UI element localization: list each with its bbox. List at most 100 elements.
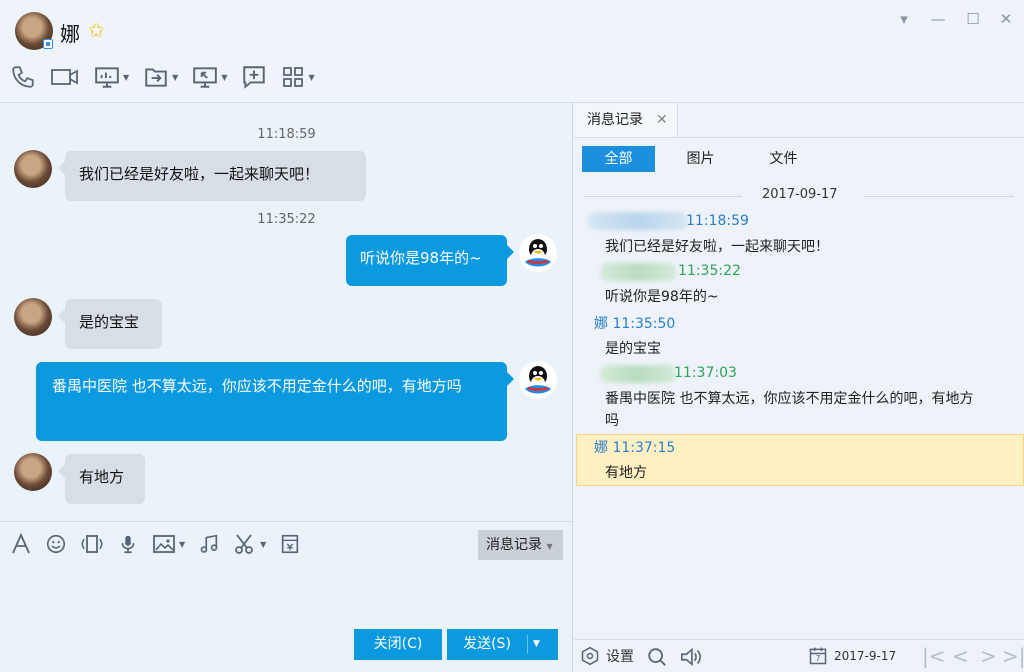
send-button[interactable]: 发送(S) ▼ bbox=[447, 629, 558, 660]
blurred-sender bbox=[600, 263, 676, 281]
date-label: 2017-09-17 bbox=[762, 187, 838, 202]
speaker-button[interactable] bbox=[678, 646, 704, 668]
message-history-button[interactable]: 消息记录 ▼ bbox=[478, 530, 563, 560]
shake-icon[interactable] bbox=[80, 532, 104, 556]
input-toolbar: ▼ ▼ bbox=[10, 532, 301, 556]
apps-grid-icon bbox=[283, 67, 304, 87]
tab-message-history[interactable]: 消息记录 ✕ bbox=[574, 103, 678, 137]
filter-all[interactable]: 全部 bbox=[582, 146, 655, 172]
contact-avatar[interactable] bbox=[14, 298, 52, 336]
contact-avatar[interactable] bbox=[14, 453, 52, 491]
chat-message-area[interactable]: 11:18:59 我们已经是好友啦，一起来聊天吧！ 11:35:22 听说你是9… bbox=[0, 103, 573, 521]
record-time: 11:37:03 bbox=[674, 365, 737, 381]
incoming-message-bubble[interactable]: 是的宝宝 bbox=[58, 299, 162, 349]
chevron-down-icon[interactable]: ▼ bbox=[260, 540, 266, 549]
scissors-icon bbox=[235, 534, 254, 554]
filter-images[interactable]: 图片 bbox=[664, 146, 737, 172]
record-sender: 娜 bbox=[594, 440, 608, 456]
music-icon[interactable] bbox=[198, 532, 220, 556]
date-picker[interactable]: 7 2017-9-17 bbox=[808, 646, 896, 666]
message-history-panel: 消息记录 ✕ 全部 图片 文件 2017-09-17 11:18:59 我们已经… bbox=[574, 103, 1024, 672]
contact-avatar[interactable] bbox=[14, 150, 52, 188]
file-transfer-icon bbox=[145, 68, 167, 87]
record-time: 11:18:59 bbox=[686, 213, 749, 229]
chevron-down-icon[interactable]: ▼ bbox=[172, 73, 178, 82]
font-icon[interactable] bbox=[10, 532, 32, 556]
chevron-down-icon[interactable]: ▾ bbox=[893, 8, 915, 30]
record-time: 11:35:22 bbox=[678, 263, 741, 279]
settings-button[interactable]: 设置 bbox=[580, 646, 634, 666]
maximize-icon[interactable]: ☐ bbox=[962, 8, 984, 30]
my-avatar[interactable] bbox=[519, 361, 557, 399]
record-text[interactable]: 听说你是98年的~ bbox=[605, 286, 985, 308]
remote-assist-button[interactable]: ▼ bbox=[192, 64, 227, 90]
record-text[interactable]: 是的宝宝 bbox=[605, 338, 985, 360]
star-icon: ✩ bbox=[88, 18, 105, 42]
filter-files[interactable]: 文件 bbox=[747, 146, 820, 172]
outgoing-message-bubble[interactable]: 听说你是98年的~ bbox=[346, 235, 514, 286]
close-button[interactable]: 关闭(C) bbox=[354, 629, 442, 660]
blurred-sender bbox=[600, 365, 676, 383]
incoming-message-bubble[interactable]: 我们已经是好友啦，一起来聊天吧！ bbox=[58, 151, 366, 201]
message-input-area[interactable]: ▼ ▼ 消息记录 ▼ 关闭(C) 发送(S) ▼ bbox=[0, 521, 573, 672]
group-chat-icon bbox=[243, 66, 266, 89]
search-button[interactable] bbox=[646, 646, 668, 668]
minimize-icon[interactable]: — bbox=[927, 8, 949, 30]
last-page-icon[interactable]: >| bbox=[1002, 644, 1024, 668]
message-history-label: 消息记录 bbox=[486, 537, 542, 553]
first-page-icon[interactable]: |< bbox=[922, 644, 946, 668]
chevron-down-icon[interactable]: ▼ bbox=[221, 73, 227, 82]
record-header: 娜 11:37:15 bbox=[594, 437, 675, 457]
close-tab-icon[interactable]: ✕ bbox=[656, 103, 668, 137]
prev-page-icon[interactable]: < bbox=[952, 644, 969, 668]
next-page-icon[interactable]: > bbox=[980, 644, 997, 668]
chevron-down-icon[interactable]: ▼ bbox=[179, 540, 185, 549]
chat-toolbar: ▼ ▼ ▼ ▼ bbox=[10, 62, 315, 92]
outgoing-message-bubble[interactable]: 番禺中医院 也不算太远，你应该不用定金什么的吧，有地方吗 bbox=[36, 362, 514, 441]
date-value: 2017-9-17 bbox=[834, 649, 897, 663]
record-text[interactable]: 番禺中医院 也不算太远，你应该不用定金什么的吧，有地方吗 bbox=[605, 388, 980, 432]
penguin-avatar-icon bbox=[519, 361, 557, 399]
calendar-icon: 7 bbox=[809, 647, 827, 665]
window-header: 娜 ✩ ▾ — ☐ ✕ ▼ ▼ ▼ ▼ bbox=[0, 0, 1024, 103]
chevron-down-icon: ▼ bbox=[546, 542, 553, 551]
phone-icon bbox=[12, 66, 34, 88]
image-button[interactable]: ▼ bbox=[152, 532, 185, 556]
remote-assist-icon bbox=[193, 67, 218, 88]
file-transfer-button[interactable]: ▼ bbox=[143, 64, 178, 90]
settings-icon bbox=[581, 646, 599, 666]
screen-share-button[interactable]: ▼ bbox=[94, 64, 129, 90]
settings-label: 设置 bbox=[606, 649, 634, 665]
search-icon bbox=[648, 648, 666, 666]
divider bbox=[527, 635, 528, 654]
send-label: 发送(S) bbox=[463, 636, 511, 652]
phone-button[interactable] bbox=[10, 64, 36, 90]
send-options-chevron-icon[interactable]: ▼ bbox=[533, 629, 540, 660]
video-button[interactable] bbox=[50, 64, 80, 90]
mic-icon[interactable] bbox=[117, 532, 139, 556]
red-packet-icon[interactable] bbox=[279, 532, 301, 556]
close-icon[interactable]: ✕ bbox=[995, 8, 1017, 30]
contact-name[interactable]: 娜 bbox=[60, 18, 80, 47]
screenshot-button[interactable]: ▼ bbox=[233, 532, 266, 556]
record-time: 11:37:15 bbox=[612, 440, 676, 456]
incoming-message-bubble[interactable]: 有地方 bbox=[58, 454, 145, 504]
chevron-down-icon[interactable]: ▼ bbox=[308, 73, 314, 82]
record-header: 娜 11:35:50 bbox=[594, 313, 675, 333]
history-footer: 设置 7 2017-9-17 |< < > >| bbox=[574, 639, 1024, 672]
penguin-avatar-icon bbox=[519, 234, 557, 272]
tab-label: 消息记录 bbox=[587, 112, 643, 128]
emoji-icon[interactable] bbox=[45, 532, 67, 556]
record-sender: 娜 bbox=[594, 316, 608, 332]
chevron-down-icon[interactable]: ▼ bbox=[123, 73, 129, 82]
record-text[interactable]: 有地方 bbox=[605, 462, 985, 484]
message-timestamp: 11:35:22 bbox=[257, 212, 316, 227]
divider bbox=[574, 137, 1024, 138]
image-icon bbox=[153, 535, 175, 553]
my-avatar[interactable] bbox=[519, 234, 557, 272]
apps-button[interactable]: ▼ bbox=[281, 65, 315, 89]
record-text[interactable]: 我们已经是好友啦，一起来聊天吧！ bbox=[605, 236, 985, 258]
svg-text:7: 7 bbox=[816, 654, 821, 663]
group-chat-button[interactable] bbox=[241, 64, 267, 90]
record-time: 11:35:50 bbox=[612, 316, 676, 332]
